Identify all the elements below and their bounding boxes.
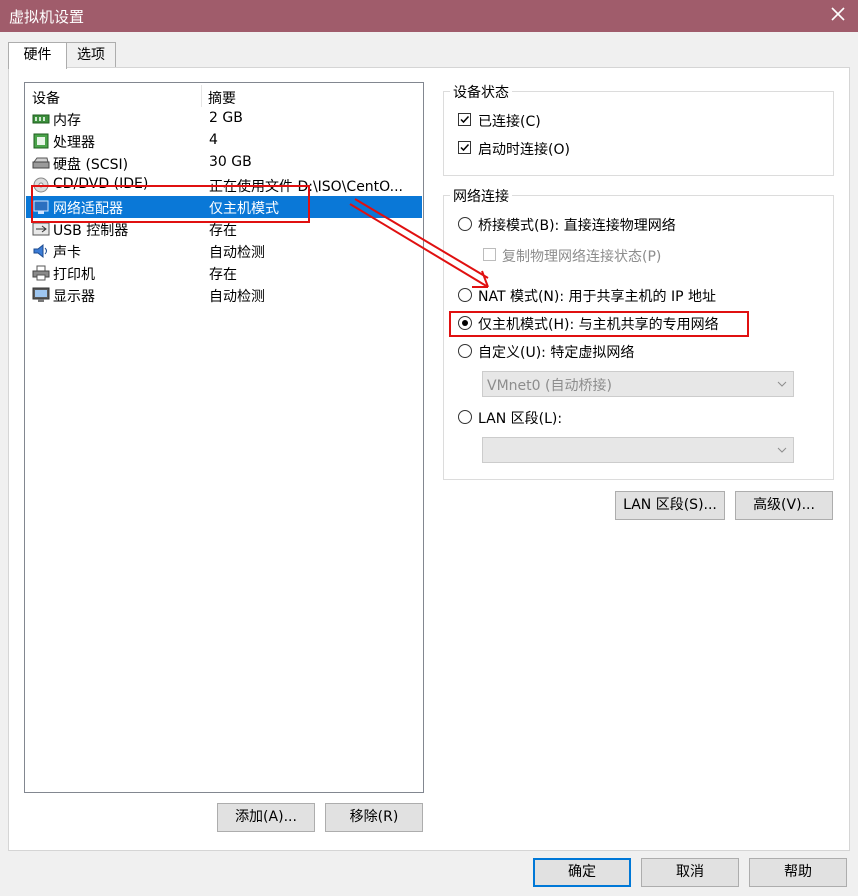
usb-icon [32, 222, 50, 236]
advanced-button[interactable]: 高级(V)... [735, 491, 833, 520]
device-summary: 自动检测 [209, 289, 265, 305]
device-row-sound-card[interactable]: 声卡 自动检测 [26, 240, 422, 262]
device-summary: 2 GB [209, 110, 243, 126]
device-summary: 存在 [209, 267, 237, 283]
device-row-usb-controller[interactable]: USB 控制器 存在 [26, 218, 422, 240]
device-name: 内存 [53, 113, 81, 129]
cancel-button[interactable]: 取消 [641, 858, 739, 887]
remove-button[interactable]: 移除(R) [325, 803, 423, 832]
cd-dvd-icon [33, 177, 49, 193]
nat-radio[interactable] [458, 288, 472, 302]
connect-at-power-on-checkbox[interactable] [458, 141, 471, 154]
connected-checkbox[interactable] [458, 113, 471, 126]
device-summary: 仅主机模式 [209, 201, 279, 217]
display-icon [32, 287, 50, 302]
memory-icon [32, 114, 50, 124]
host-only-radio[interactable] [458, 316, 472, 330]
device-name: 声卡 [53, 245, 81, 261]
custom-network-select[interactable]: VMnet0 (自动桥接) [482, 371, 794, 397]
device-status-title: 设备状态 [450, 82, 512, 102]
network-adapter-icon [33, 200, 49, 214]
device-name: USB 控制器 [53, 223, 129, 239]
custom-label[interactable]: 自定义(U): 特定虚拟网络 [478, 342, 634, 362]
help-button[interactable]: 帮助 [749, 858, 847, 887]
lan-segment-select[interactable] [482, 437, 794, 463]
device-row-hard-disk[interactable]: 硬盘 (SCSI) 30 GB [26, 152, 422, 174]
network-connection-title: 网络连接 [450, 186, 512, 206]
tab-hardware[interactable]: 硬件 [8, 42, 67, 69]
device-status-group: 设备状态 [443, 82, 834, 176]
replicate-state-label[interactable]: 复制物理网络连接状态(P) [502, 246, 661, 266]
checkmark-icon [460, 143, 470, 152]
column-header-device[interactable]: 设备 [32, 88, 60, 108]
device-row-network-adapter[interactable]: 网络适配器 仅主机模式 [26, 196, 422, 218]
replicate-state-checkbox[interactable] [483, 248, 496, 261]
sound-card-icon [33, 243, 47, 259]
device-summary: 自动检测 [209, 245, 265, 261]
lan-segments-button[interactable]: LAN 区段(S)... [615, 491, 725, 520]
nat-label[interactable]: NAT 模式(N): 用于共享主机的 IP 地址 [478, 286, 716, 306]
device-row-memory[interactable]: 内存 2 GB [26, 108, 422, 130]
add-button[interactable]: 添加(A)... [217, 803, 315, 832]
lan-segment-radio[interactable] [458, 410, 472, 424]
device-name: 网络适配器 [53, 201, 123, 217]
device-summary: 30 GB [209, 154, 252, 170]
connect-at-power-on-label[interactable]: 启动时连接(O) [478, 139, 570, 159]
window-title: 虚拟机设置 [9, 8, 85, 26]
device-row-cd-dvd[interactable]: CD/DVD (IDE) 正在使用文件 D:\ISO\CentO... [26, 174, 422, 196]
device-row-display[interactable]: 显示器 自动检测 [26, 284, 422, 306]
ok-button[interactable]: 确定 [533, 858, 631, 887]
device-row-processor[interactable]: 处理器 4 [26, 130, 422, 152]
column-header-summary[interactable]: 摘要 [208, 88, 236, 108]
connected-label[interactable]: 已连接(C) [478, 111, 541, 131]
printer-icon [32, 265, 50, 281]
device-summary: 4 [209, 132, 218, 148]
title-bar: 虚拟机设置 [0, 0, 858, 32]
checkmark-icon [460, 115, 470, 124]
column-divider[interactable] [201, 85, 202, 107]
bridged-radio[interactable] [458, 217, 472, 231]
device-name: CD/DVD (IDE) [53, 176, 149, 192]
device-name: 打印机 [53, 267, 95, 283]
lan-segment-label[interactable]: LAN 区段(L): [478, 408, 562, 428]
chevron-down-icon [777, 381, 787, 387]
device-row-printer[interactable]: 打印机 存在 [26, 262, 422, 284]
processor-icon [33, 133, 49, 149]
device-summary: 存在 [209, 223, 237, 239]
radio-dot [462, 320, 468, 326]
close-icon[interactable] [828, 4, 848, 24]
device-name: 处理器 [53, 135, 95, 151]
custom-network-value: VMnet0 (自动桥接) [487, 378, 612, 394]
device-list[interactable]: 设备 摘要 内存 2 GB 处理器 4 硬盘 (SCSI) 30 GB CD/D… [24, 82, 424, 793]
device-name: 硬盘 (SCSI) [53, 157, 129, 173]
chevron-down-icon [777, 447, 787, 453]
host-only-label[interactable]: 仅主机模式(H): 与主机共享的专用网络 [478, 314, 719, 334]
custom-radio[interactable] [458, 344, 472, 358]
device-summary: 正在使用文件 D:\ISO\CentO... [209, 179, 403, 195]
bridged-label[interactable]: 桥接模式(B): 直接连接物理网络 [478, 215, 676, 235]
hard-disk-icon [32, 157, 50, 169]
device-name: 显示器 [53, 289, 95, 305]
tab-options[interactable]: 选项 [66, 42, 116, 67]
